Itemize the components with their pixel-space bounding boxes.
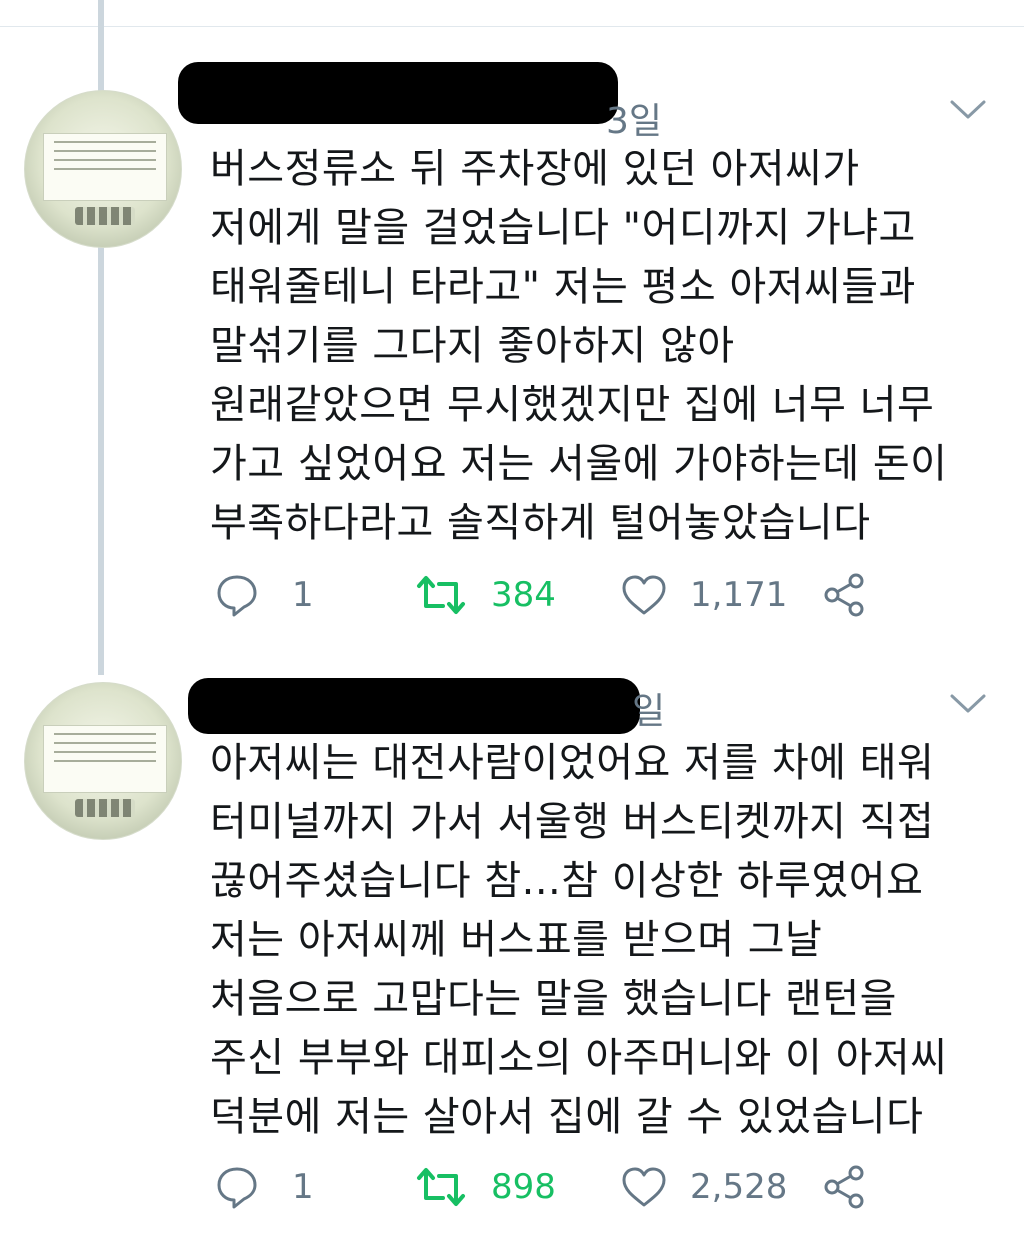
like-count: 2,528 — [690, 1167, 788, 1207]
retweet-count: 898 — [491, 1167, 556, 1207]
redacted-username — [188, 678, 640, 734]
share-icon — [824, 1165, 864, 1209]
tweet-text-line: 말섞기를 그다지 좋아하지 않아 — [210, 323, 735, 369]
reply-icon — [217, 575, 257, 617]
top-divider — [0, 26, 1024, 27]
tweet-text-line: 처음으로 고맙다는 말을 했습니다 랜턴을 — [210, 976, 897, 1022]
avatar[interactable] — [24, 682, 182, 840]
tweet-text-line: 원래같았으면 무시했겠지만 집에 너무 너무 — [210, 382, 935, 428]
like-count: 1,171 — [690, 575, 788, 615]
like-icon — [622, 575, 666, 615]
retweet-count: 384 — [491, 575, 556, 615]
share-icon — [824, 573, 864, 617]
tweet-text-line: 태워줄테니 타라고" 저는 평소 아저씨들과 — [210, 264, 916, 310]
avatar[interactable] — [24, 90, 182, 248]
redacted-username — [178, 62, 618, 124]
tweet-actions: 1 384 1,171 — [210, 570, 1000, 620]
tweet-text-line: 가고 싶었어요 저는 서울에 가야하는데 돈이 — [210, 441, 948, 487]
reply-button[interactable]: 1 — [214, 1162, 314, 1212]
tweet-text-line: 저는 아저씨께 버스표를 받으며 그날 — [210, 917, 823, 963]
tweet-text-line: 주신 부부와 대피소의 아주머니와 이 아저씨 — [210, 1035, 948, 1081]
tweet-text-line: 저에게 말을 걸었습니다 "어디까지 가냐고 — [210, 205, 916, 251]
retweet-button[interactable]: 384 — [415, 570, 556, 620]
reply-icon — [217, 1167, 257, 1209]
tweet-text-line: 부족하다라고 솔직하게 털어놓았습니다 — [210, 500, 871, 546]
retweet-icon — [417, 576, 465, 614]
like-button[interactable]: 2,528 — [620, 1162, 787, 1212]
reply-count: 1 — [292, 575, 314, 615]
tweet-text-line: 끊어주셨습니다 참...참 이상한 하루였어요 — [210, 858, 924, 904]
tweet-actions: 1 898 2,528 — [210, 1162, 1000, 1212]
tweet-text: 아저씨는 대전사람이었어요 저를 차에 태워 터미널까지 가서 서울행 버스티켓… — [210, 734, 1000, 1147]
tweet-time: 3일 — [606, 101, 663, 142]
tweet-text: 버스정류소 뒤 주차장에 있던 아저씨가 저에게 말을 걸었습니다 "어디까지 … — [210, 140, 1000, 553]
tweet-text-line: 터미널까지 가서 서울행 버스티켓까지 직접 — [210, 799, 935, 845]
reply-button[interactable]: 1 — [214, 570, 314, 620]
like-icon — [622, 1167, 666, 1207]
share-button[interactable] — [822, 1162, 868, 1212]
like-button[interactable]: 1,171 — [620, 570, 787, 620]
tweet-text-line: 버스정류소 뒤 주차장에 있던 아저씨가 — [210, 146, 860, 192]
retweet-icon — [417, 1168, 465, 1206]
chevron-down-icon[interactable] — [948, 98, 988, 122]
tweet-time: 일 — [632, 691, 666, 732]
retweet-button[interactable]: 898 — [415, 1162, 556, 1212]
reply-count: 1 — [292, 1167, 314, 1207]
chevron-down-icon[interactable] — [948, 692, 988, 716]
tweet-text-line: 덕분에 저는 살아서 집에 갈 수 있었습니다 — [210, 1094, 924, 1140]
share-button[interactable] — [822, 570, 868, 620]
tweet-text-line: 아저씨는 대전사람이었어요 저를 차에 태워 — [210, 740, 935, 786]
